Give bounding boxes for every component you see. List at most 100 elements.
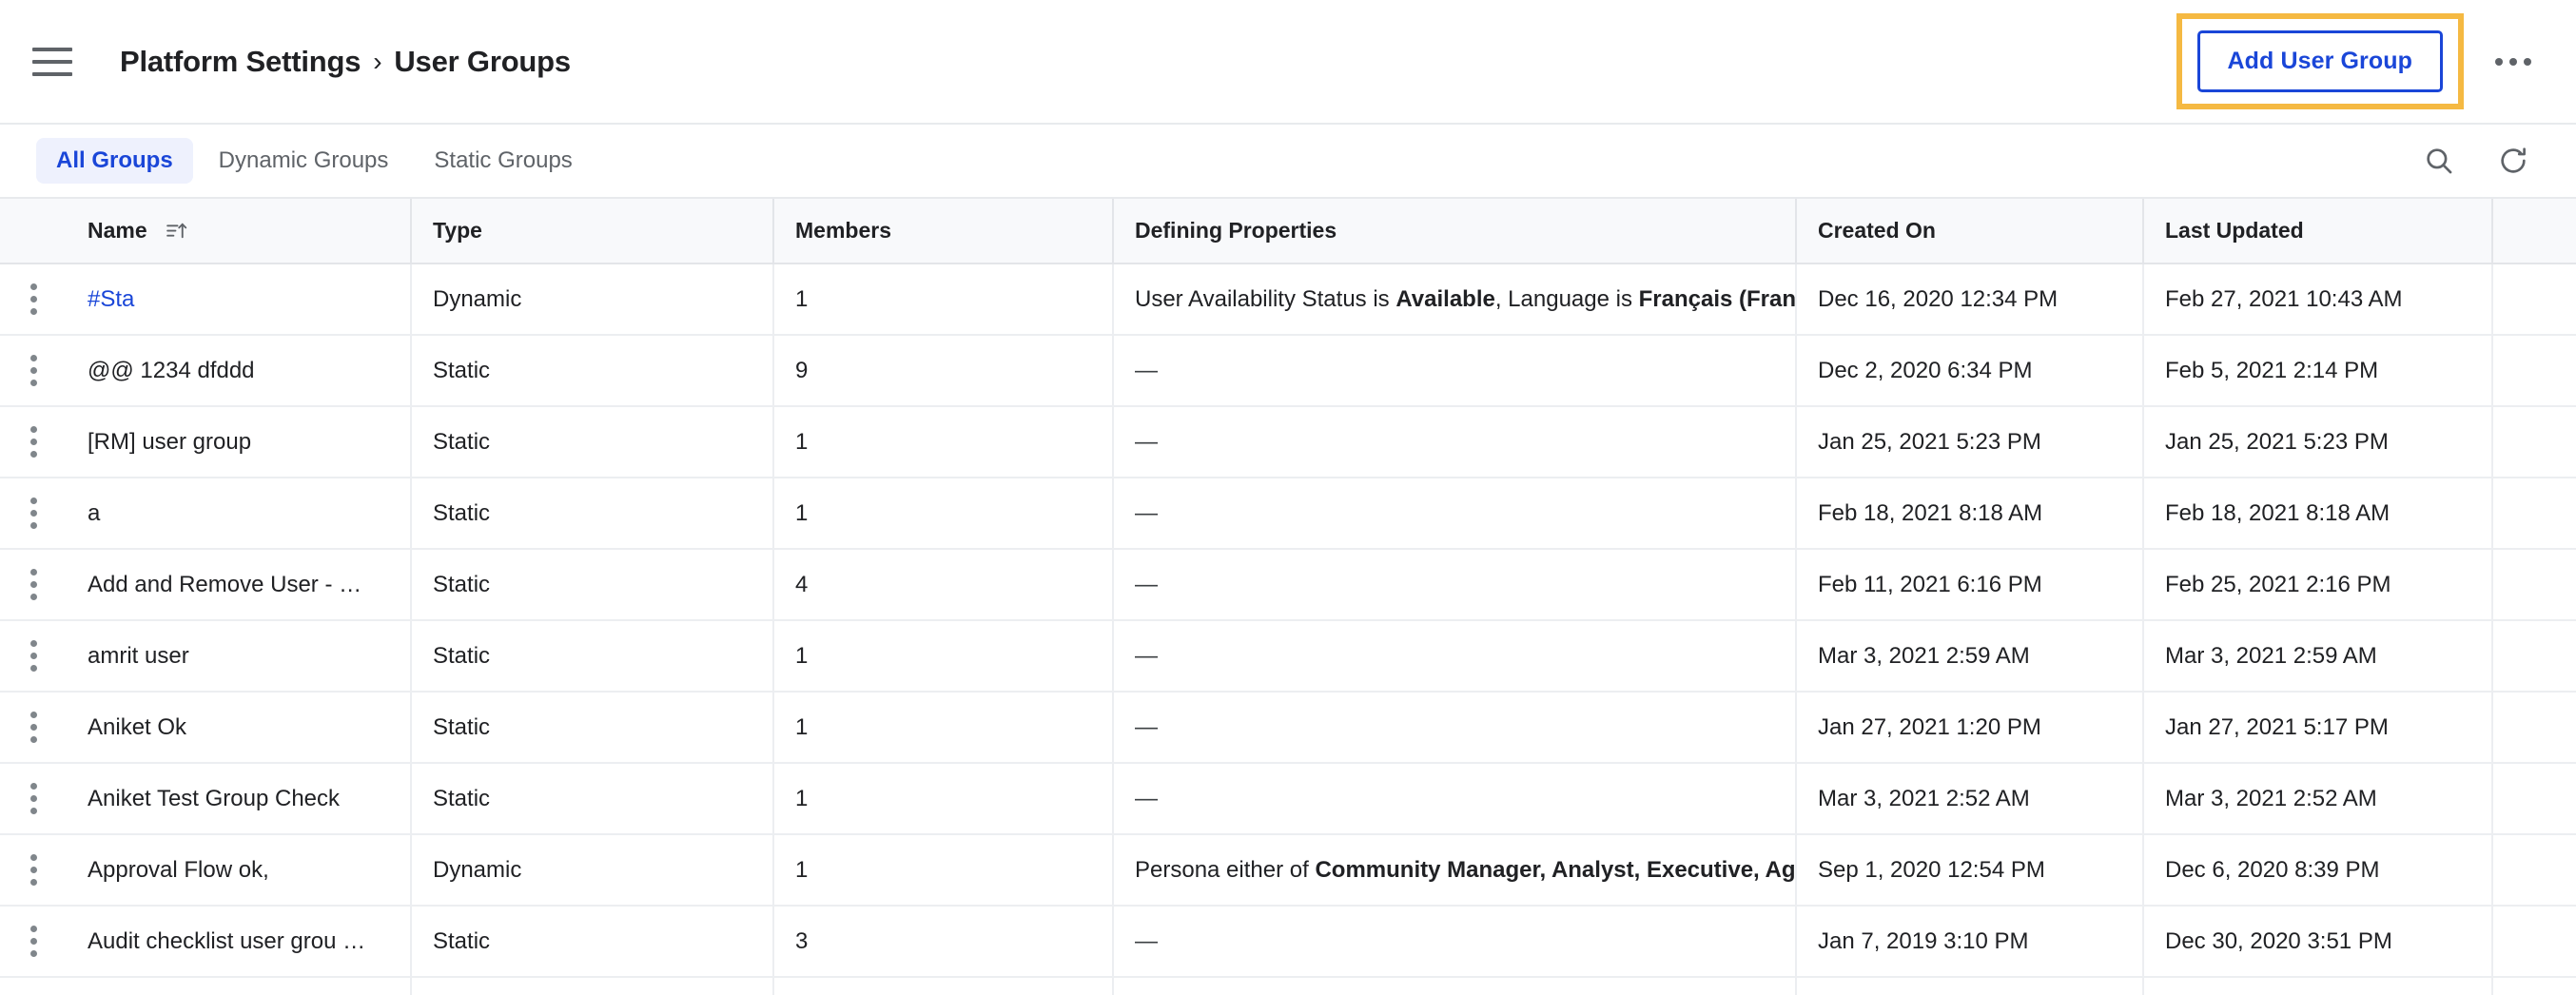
table-row[interactable]: Audit checklist user grou … Static 3 — Jan 7… (0, 906, 2576, 978)
row-actions-cell (0, 620, 67, 693)
cell-members: 1 (773, 263, 1114, 336)
table-header: Name Type Members Defining Properties Cr… (0, 199, 2576, 264)
cell-last-updated: Dec 6, 2020 8:39 PM (2143, 834, 2493, 907)
cell-last-updated: Feb 27, 2021 10:43 AM (2143, 263, 2493, 336)
cell-name: @@ 1234 dfddd (67, 335, 412, 407)
cell-last-updated: Mar 3, 2021 2:52 AM (2143, 763, 2493, 835)
row-kebab-menu-icon[interactable] (0, 550, 67, 618)
search-icon[interactable] (2418, 140, 2460, 182)
column-header-members[interactable]: Members (773, 199, 1114, 264)
tab-all-groups[interactable]: All Groups (36, 138, 193, 184)
table-row[interactable]: #Sta Dynamic 1 User Availability Status is … (0, 263, 2576, 336)
breadcrumb-parent[interactable]: Platform Settings (120, 45, 361, 79)
cell-spacer (2492, 549, 2576, 621)
group-name-text: Add and Remove User - … (88, 571, 362, 597)
cell-created-on: Feb 18, 2021 8:18 AM (1796, 478, 2144, 550)
cell-created-on: Dec 2, 2020 6:34 PM (1796, 335, 2144, 407)
hamburger-line (32, 59, 72, 64)
table-row[interactable]: Approval Flow ok, Dynamic 1 Persona either … (0, 834, 2576, 907)
cell-name: #Sta (67, 263, 412, 336)
dot (2524, 57, 2531, 66)
row-kebab-menu-icon[interactable] (0, 264, 67, 333)
refresh-icon[interactable] (2492, 140, 2534, 182)
column-header-created-on[interactable]: Created On (1796, 199, 2144, 264)
dot (29, 439, 37, 445)
table-row[interactable]: [RM] user group Static 1 — Jan 25, 2021 5:23… (0, 406, 2576, 478)
sort-ascending-icon[interactable] (165, 219, 188, 243)
app-header: Platform Settings › User Groups Add User… (0, 0, 2576, 125)
table-row[interactable]: Aniket Ok Static 1 — Jan 27, 2021 1:20 PM Jan… (0, 692, 2576, 764)
cell-type: Static (411, 977, 774, 995)
cell-members: 1 (773, 406, 1114, 478)
row-kebab-menu-icon[interactable] (0, 835, 67, 904)
dot (29, 736, 37, 743)
column-header-type[interactable]: Type (411, 199, 774, 264)
row-kebab-menu-icon[interactable] (0, 621, 67, 690)
tab-static-groups[interactable]: Static Groups (414, 138, 592, 184)
dot (29, 926, 37, 932)
row-kebab-menu-icon[interactable] (0, 336, 67, 404)
table-row[interactable]: a Static 1 — Feb 18, 2021 8:18 AM Feb 18, 202… (0, 478, 2576, 550)
dot (29, 355, 37, 361)
row-actions-cell (0, 549, 67, 621)
row-kebab-menu-icon[interactable] (0, 764, 67, 832)
header-actions: Add User Group (2176, 13, 2542, 109)
empty-value-dash: — (1135, 642, 1158, 669)
cell-last-updated: Jan 25, 2021 5:23 PM (2143, 406, 2493, 478)
row-kebab-menu-icon[interactable] (0, 407, 67, 476)
group-name-link[interactable]: #Sta (88, 286, 134, 312)
cell-members: 1 (773, 834, 1114, 907)
tab-bar: All Groups Dynamic Groups Static Groups (0, 125, 2576, 199)
tab-dynamic-groups[interactable]: Dynamic Groups (199, 138, 409, 184)
dot (29, 522, 37, 529)
cell-type: Static (411, 335, 774, 407)
column-header-defining-properties[interactable]: Defining Properties (1113, 199, 1797, 264)
cell-type: Static (411, 692, 774, 764)
column-header-last-updated[interactable]: Last Updated (2143, 199, 2493, 264)
row-actions-header (0, 199, 67, 264)
row-actions-cell (0, 263, 67, 336)
tab-bar-actions (2418, 140, 2542, 182)
cell-created-on: Jan 27, 2021 1:20 PM (1796, 692, 2144, 764)
cell-name: Add and Remove User - … (67, 549, 412, 621)
cell-members: 9 (773, 335, 1114, 407)
cell-created-on: Sep 1, 2020 12:54 PM (1796, 834, 2144, 907)
cell-name: Audit checklist user grou … (67, 906, 412, 978)
row-kebab-menu-icon[interactable] (0, 693, 67, 761)
group-name-text: Aniket Ok (88, 713, 187, 740)
dot (29, 380, 37, 386)
hamburger-line (32, 71, 72, 76)
cell-defining-properties: — (1113, 692, 1797, 764)
dot (29, 795, 37, 802)
cell-last-updated: Jan 27, 2021 5:17 PM (2143, 692, 2493, 764)
cell-type: Dynamic (411, 834, 774, 907)
row-kebab-menu-icon[interactable] (0, 907, 67, 975)
table-row[interactable]: BNGStatic1—Feb 15, 2021 3:04 PMFeb 15, 2… (0, 977, 2576, 995)
row-actions-cell (0, 478, 67, 550)
add-user-group-button[interactable]: Add User Group (2196, 30, 2443, 92)
ellipsis-horizontal-icon[interactable] (2485, 33, 2542, 90)
dot (29, 950, 37, 957)
row-kebab-menu-icon[interactable] (0, 478, 67, 547)
cell-defining-properties: — (1113, 478, 1797, 550)
cell-spacer (2492, 692, 2576, 764)
dot (29, 581, 37, 588)
dot (29, 712, 37, 718)
cell-spacer (2492, 977, 2576, 995)
cell-defining-properties: User Availability Status is Available, L… (1113, 263, 1797, 336)
table-row[interactable]: Aniket Test Group Check Static 1 — Mar 3, 20… (0, 763, 2576, 835)
dot (29, 938, 37, 945)
cell-name: Aniket Ok (67, 692, 412, 764)
cell-name: amrit user (67, 620, 412, 693)
column-header-name[interactable]: Name (67, 199, 412, 264)
table-row[interactable]: @@ 1234 dfddd Static 9 — Dec 2, 2020 6:34 PM… (0, 335, 2576, 407)
dot (29, 296, 37, 302)
row-kebab-menu-icon[interactable] (0, 978, 67, 995)
table-row[interactable]: amrit user Static 1 — Mar 3, 2021 2:59 AM Mar… (0, 620, 2576, 693)
table-header-row: Name Type Members Defining Properties Cr… (0, 199, 2576, 264)
table-row[interactable]: Add and Remove User - … Static 4 — Feb 11, 2… (0, 549, 2576, 621)
cell-members: 1 (773, 692, 1114, 764)
hamburger-line (32, 47, 72, 51)
cell-members: 4 (773, 549, 1114, 621)
hamburger-icon[interactable] (32, 42, 72, 82)
